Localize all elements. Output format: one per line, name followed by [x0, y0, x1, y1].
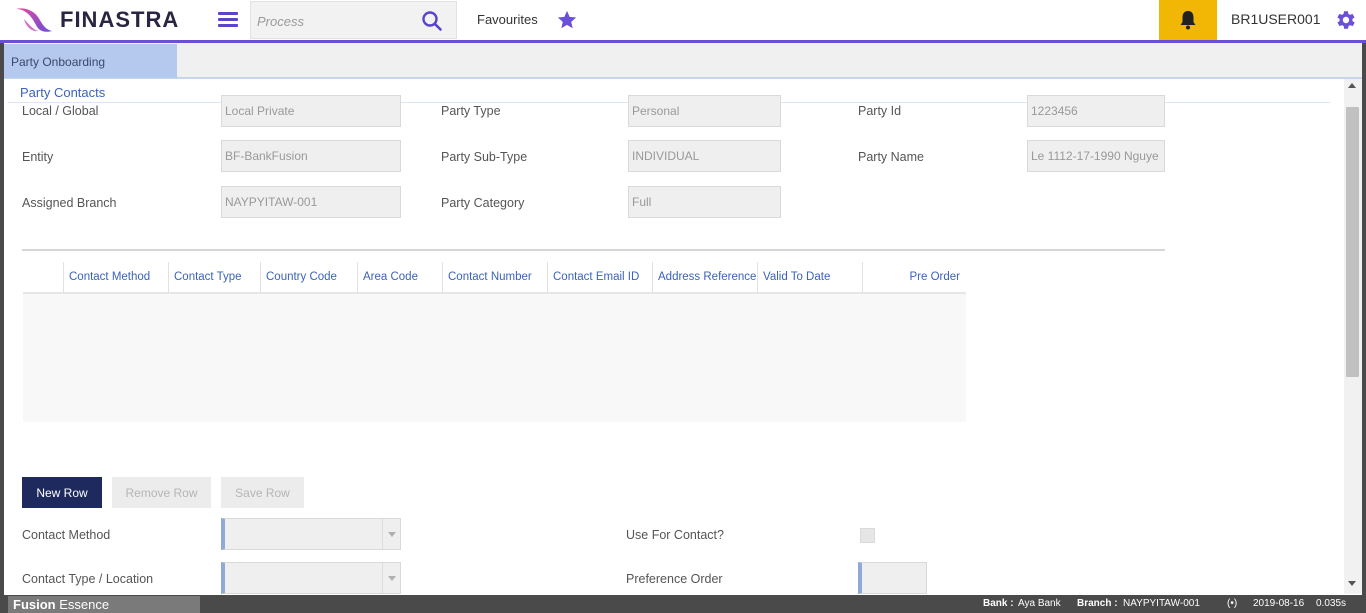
grid-header-valid-to-date[interactable]: Valid To Date	[758, 262, 863, 293]
gear-icon[interactable]	[1333, 8, 1357, 32]
current-user[interactable]: BR1USER001	[1231, 11, 1321, 27]
party-type-field: Personal	[628, 95, 781, 127]
grid-header-country-code[interactable]: Country Code	[261, 262, 358, 293]
use-for-contact-checkbox[interactable]	[860, 528, 875, 543]
top-bar: FINASTRA Favourites BR1USER001	[0, 0, 1366, 40]
chevron-down-icon[interactable]	[382, 519, 400, 549]
local-global-field: Local Private	[221, 95, 401, 127]
status-bar: Fusion Essence Bank : Aya Bank Branch : …	[0, 595, 1366, 613]
party-id-label: Party Id	[858, 104, 902, 118]
scroll-down-arrow-icon[interactable]	[1348, 581, 1356, 586]
grid-header-contact-method[interactable]: Contact Method	[64, 262, 169, 293]
assigned-branch-field: NAYPYITAW-001	[221, 186, 401, 218]
grid-header-pre-order[interactable]: Pre Order	[863, 262, 966, 293]
local-global-label: Local / Global	[22, 104, 99, 118]
hamburger-menu-icon[interactable]	[218, 12, 238, 28]
party-category-label: Party Category	[441, 196, 525, 210]
party-type-label: Party Type	[441, 104, 501, 118]
new-row-button[interactable]: New Row	[22, 477, 102, 508]
contact-type-location-select[interactable]	[221, 562, 401, 594]
brand-bold: Fusion	[13, 597, 56, 612]
favourites-label[interactable]: Favourites	[477, 12, 538, 27]
brand-rest: Essence	[55, 597, 110, 612]
logo-text: FINASTRA	[60, 7, 180, 32]
grid-header-contact-number[interactable]: Contact Number	[443, 262, 548, 293]
window-left-border	[0, 43, 4, 595]
grid-header-contact-type[interactable]: Contact Type	[169, 262, 261, 293]
party-sub-type-label: Party Sub-Type	[441, 150, 528, 164]
party-name-label: Party Name	[858, 150, 924, 164]
scroll-up-arrow-icon[interactable]	[1348, 83, 1356, 88]
party-id-field: 1223456	[1027, 95, 1165, 127]
party-sub-type-field: INDIVIDUAL	[628, 140, 781, 172]
grid-header: Contact Method Contact Type Country Code…	[23, 262, 966, 294]
branch-value: NAYPYITAW-001	[1123, 598, 1200, 609]
assigned-branch-label: Assigned Branch	[22, 196, 117, 210]
grid-header-selector[interactable]	[23, 262, 64, 293]
grid-header-address-reference[interactable]: Address Reference	[653, 262, 758, 293]
process-search-box	[250, 1, 457, 39]
notifications-button[interactable]	[1159, 0, 1217, 40]
chevron-down-icon[interactable]	[382, 563, 400, 593]
section-title: Party Contacts	[20, 85, 106, 100]
contact-type-location-label: Contact Type / Location	[22, 572, 154, 586]
status-response-time: 0.035s	[1316, 598, 1347, 609]
star-icon[interactable]	[556, 9, 578, 31]
finastra-logo[interactable]: FINASTRA	[14, 5, 179, 35]
entity-label: Entity	[22, 150, 54, 164]
bank-label: Bank :	[983, 598, 1014, 609]
branch-label: Branch :	[1077, 598, 1118, 609]
use-for-contact-label: Use For Contact?	[626, 528, 724, 542]
contact-method-label: Contact Method	[22, 528, 111, 542]
window-right-border	[1362, 43, 1366, 595]
bank-value: Aya Bank	[1018, 598, 1061, 609]
remove-row-button: Remove Row	[112, 477, 211, 508]
party-category-field: Full	[628, 186, 781, 218]
entity-field: BF-BankFusion	[221, 140, 401, 172]
preference-order-label: Preference Order	[626, 572, 723, 586]
search-icon[interactable]	[421, 10, 443, 32]
bell-icon	[1180, 11, 1196, 30]
tab-strip: Party Onboarding	[4, 43, 1362, 79]
signal-icon: (•)	[1227, 598, 1238, 609]
process-search-input[interactable]	[257, 11, 417, 31]
fusion-essence-brand: Fusion Essence	[8, 596, 200, 613]
form-divider	[22, 249, 1165, 251]
party-name-field: Le 1112-17-1990 Nguye	[1027, 140, 1165, 172]
save-row-button: Save Row	[221, 477, 304, 508]
scroll-thumb[interactable]	[1346, 107, 1359, 377]
grid-header-area-code[interactable]: Area Code	[358, 262, 443, 293]
contact-method-select[interactable]	[221, 518, 401, 550]
grid-header-contact-email[interactable]: Contact Email ID	[548, 262, 653, 293]
tab-party-onboarding[interactable]: Party Onboarding	[4, 44, 177, 78]
contacts-grid[interactable]: Contact Method Contact Type Country Code…	[23, 262, 966, 422]
preference-order-input[interactable]	[858, 562, 927, 594]
status-date: 2019-08-16	[1253, 598, 1305, 609]
vertical-scrollbar[interactable]	[1344, 79, 1362, 594]
finastra-logo-icon	[16, 8, 52, 32]
